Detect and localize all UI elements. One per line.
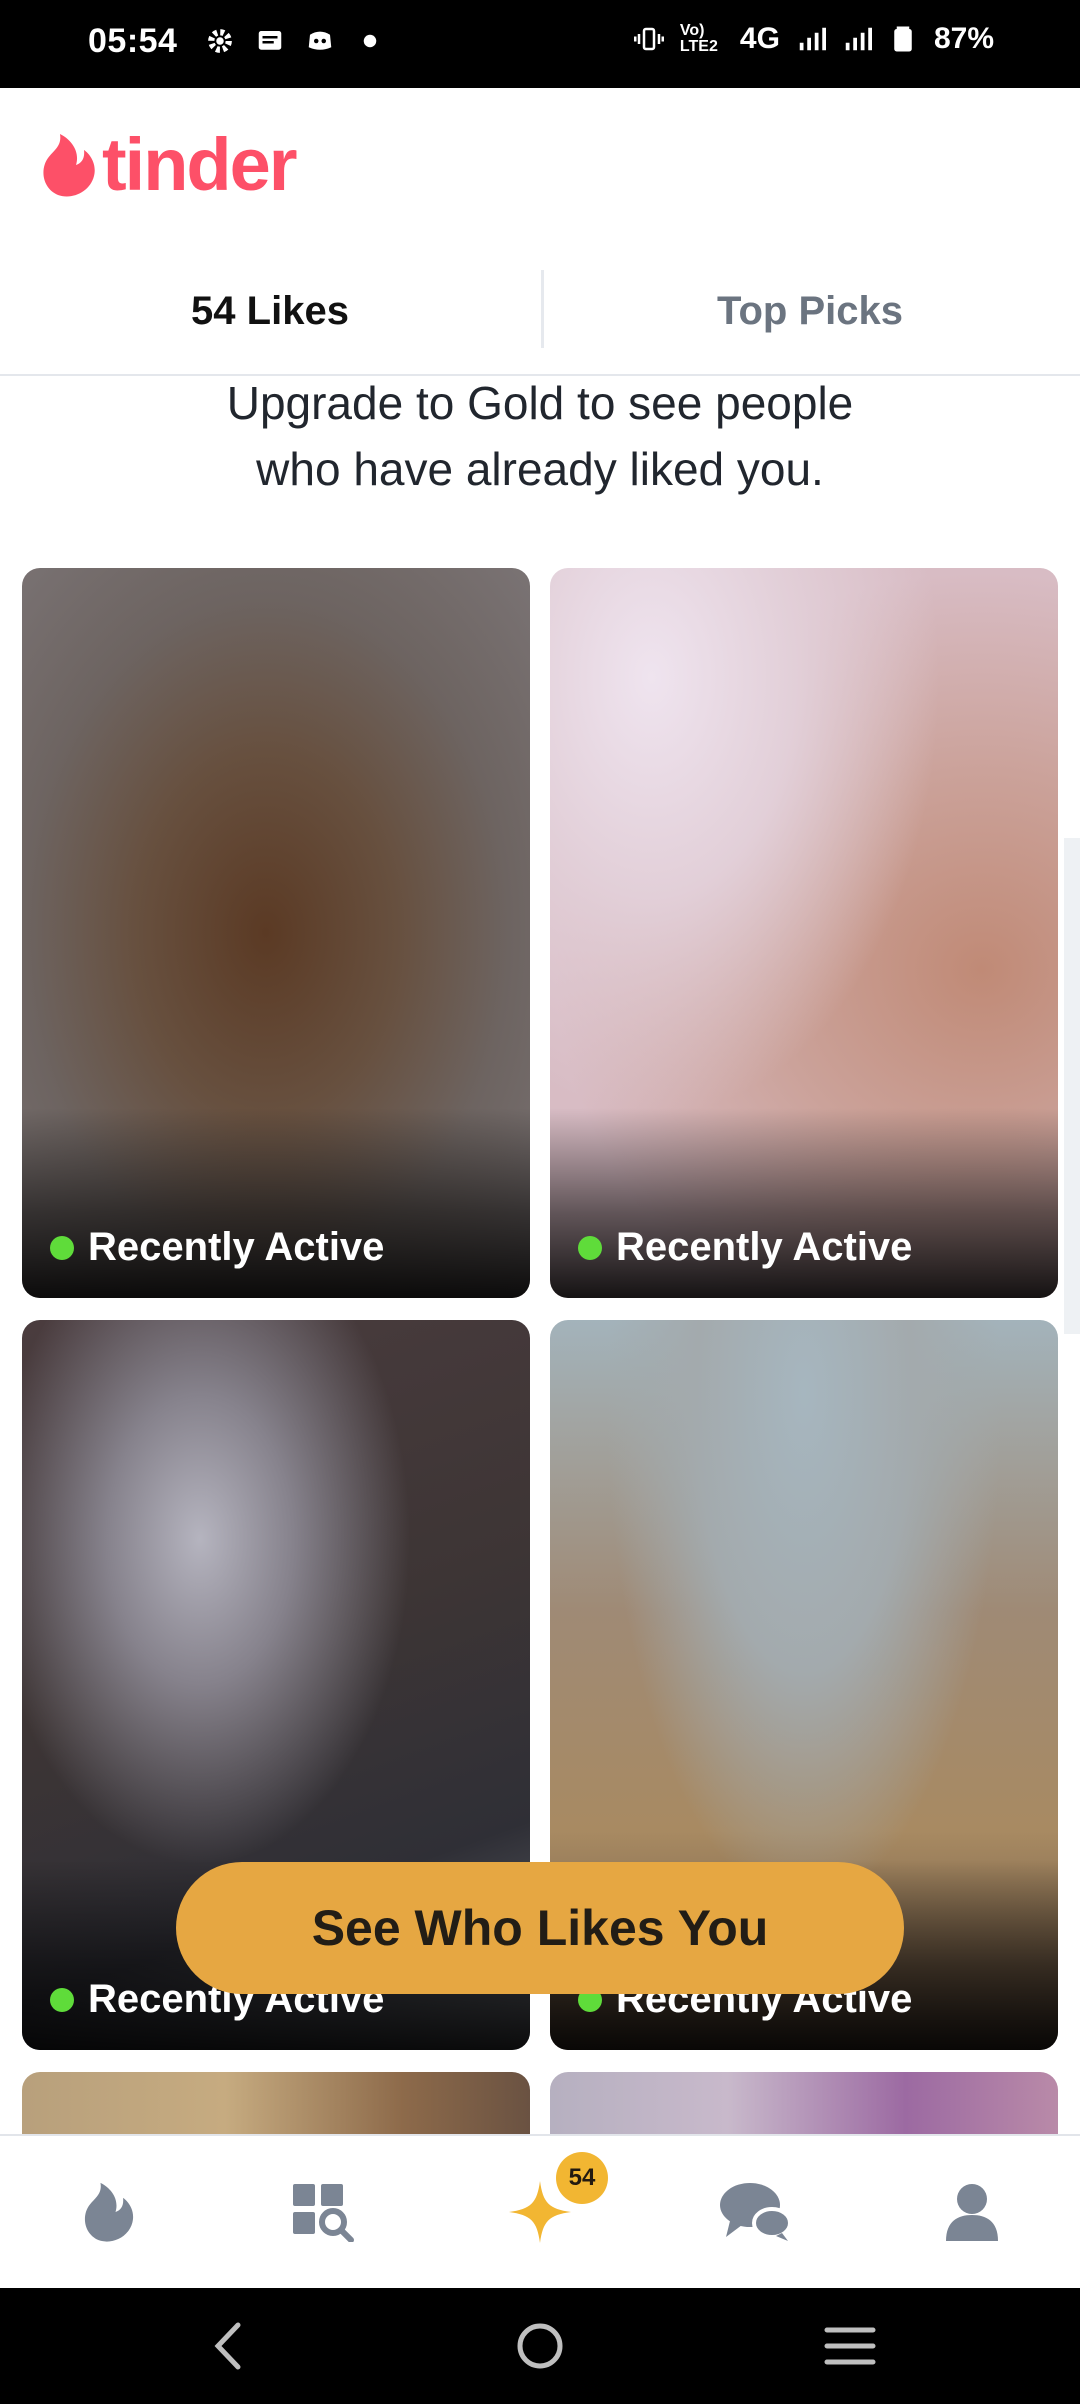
scrollbar[interactable] <box>1064 838 1080 1334</box>
discord-icon <box>308 31 332 50</box>
tab-top-picks[interactable]: Top Picks <box>540 248 1080 374</box>
likes-count-badge: 54 <box>556 2152 608 2204</box>
flame-logo-icon <box>43 134 95 197</box>
notification-icons <box>205 26 385 56</box>
upgrade-message-line2: who have already liked you. <box>256 443 824 495</box>
status-bar: 05:54 Vo) LTE2 4G 87% <box>0 0 1080 88</box>
see-who-likes-you-button[interactable]: See Who Likes You <box>176 1862 904 1994</box>
system-recents-button[interactable] <box>750 2288 950 2404</box>
home-icon <box>517 2323 563 2369</box>
dot-icon <box>363 34 377 48</box>
card-status-label: Recently Active <box>88 1225 385 1269</box>
blurred-like-card-partial[interactable] <box>550 2072 1058 2142</box>
message-icon <box>258 31 282 50</box>
likes-tabs: 54 Likes Top Picks <box>0 248 1080 376</box>
profile-icon <box>946 2184 998 2241</box>
nav-likes[interactable] <box>432 2136 648 2288</box>
active-dot-icon <box>578 1235 602 1260</box>
upgrade-message-line1: Upgrade to Gold to see people <box>226 377 854 429</box>
system-status: Vo) LTE2 4G 87% <box>633 22 994 56</box>
upgrade-message: Upgrade to Gold to see people who have a… <box>0 370 1080 502</box>
logo-wordmark: tinder <box>102 123 298 206</box>
battery-percent: 87% <box>933 22 994 55</box>
blurred-like-card[interactable]: Recently Active <box>22 568 530 1298</box>
card-status-label: Recently Active <box>616 1225 913 1269</box>
signal-icon-2 <box>845 27 872 51</box>
app-header: tinder <box>0 88 1080 248</box>
back-icon <box>214 2322 241 2370</box>
vibrate-icon <box>633 27 664 51</box>
active-dot-icon <box>50 1235 74 1260</box>
flame-icon <box>84 2182 134 2242</box>
bottom-nav <box>0 2134 1080 2288</box>
card-status: Recently Active <box>578 1225 912 1270</box>
gear-icon <box>208 29 232 53</box>
chat-icon <box>720 2183 792 2241</box>
status-time: 05:54 <box>88 22 178 60</box>
card-status: Recently Active <box>50 1225 384 1270</box>
nav-profile[interactable] <box>864 2136 1080 2288</box>
recents-icon <box>824 2327 876 2365</box>
nav-swipe[interactable] <box>0 2136 216 2288</box>
active-dot-icon <box>50 1987 74 2012</box>
tinder-logo[interactable]: tinder <box>40 123 298 206</box>
explore-icon <box>293 2184 354 2242</box>
tab-likes[interactable]: 54 Likes <box>0 248 540 374</box>
blurred-like-card[interactable]: Recently Active <box>550 568 1058 1298</box>
volte-label: Vo) LTE2 <box>679 22 718 55</box>
blurred-like-card-partial[interactable] <box>22 2072 530 2142</box>
system-back-button[interactable] <box>128 2288 328 2404</box>
signal-icon <box>799 27 826 51</box>
nav-explore[interactable] <box>216 2136 432 2288</box>
system-home-button[interactable] <box>440 2288 640 2404</box>
network-type: 4G <box>739 22 780 55</box>
battery-icon <box>894 26 912 52</box>
nav-chat[interactable] <box>648 2136 864 2288</box>
system-nav-bar <box>0 2288 1080 2404</box>
